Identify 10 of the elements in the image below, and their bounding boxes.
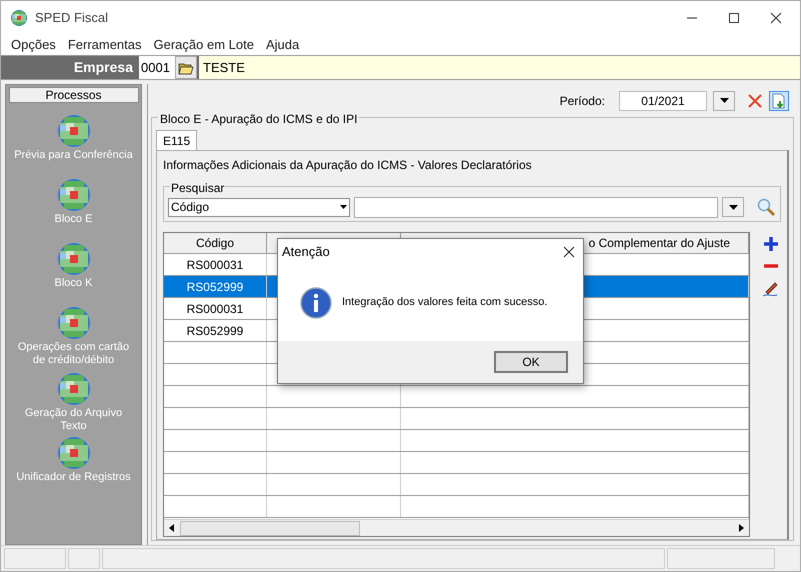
section-title: Informações Adicionais da Apuração do ICMS - Valores Declaratórios [163,157,533,174]
dialog-message: Integração dos valores feita com sucesso. [342,295,548,310]
table-cell-text: RS000031 [186,256,244,274]
dialog-title: Atenção [282,242,330,261]
table-cell-text: RS052999 [186,278,244,296]
table-cell-text: RS052999 [186,322,244,340]
table-cell-text: RS000031 [186,300,244,318]
company-label: Empresa [72,58,134,77]
window-title: SPED Fiscal [35,8,108,27]
period-label: Período: [560,92,605,110]
